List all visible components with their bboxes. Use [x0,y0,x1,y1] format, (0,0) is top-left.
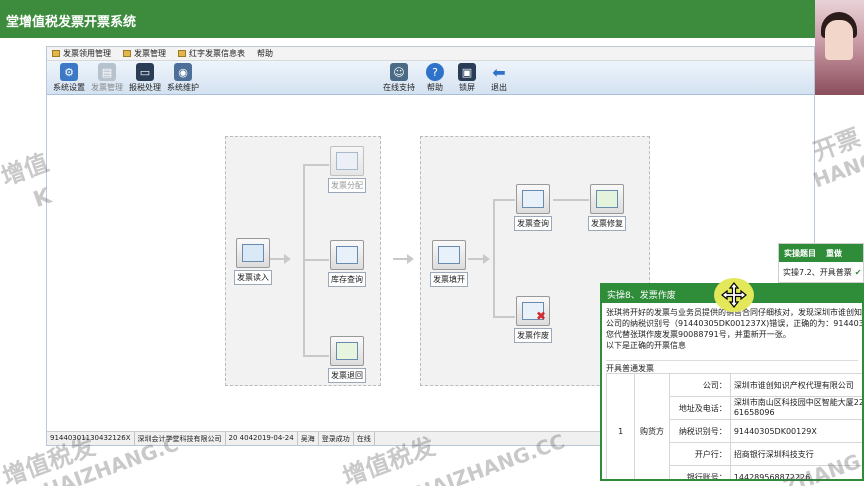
status-tax-id: 91440301130432126X [47,432,135,445]
flow-invoice-repair[interactable]: 发票修复 [588,184,626,231]
tool-online-support[interactable]: ☺ 在线支持 [381,63,417,93]
toolbar: ⚙ 系统设置 ▤ 发票管理 ▭ 报税处理 ◉ 系统维护 ☺ 在线支持 ? 帮助 … [47,61,814,95]
tool-exit[interactable]: ⬅ 退出 [481,63,517,93]
lock-screen-icon: ▣ [458,63,476,81]
invoice-info-table: 1 购货方 公司： 深圳市谁创知识产权代理有限公司 地址及电话： 深圳市南山区科… [605,373,862,479]
folder-icon [123,50,131,57]
buyer-label: 购货方 [634,373,670,479]
status-user: 吴海 [298,432,319,445]
task-title: 实操题目 [784,248,816,258]
repair-icon [590,184,624,214]
status-company: 深圳会计学堂科技有限公司 [135,432,226,445]
gear-icon: ⚙ [60,63,78,81]
menu-invoice-claim[interactable]: 发票领用管理 [52,48,111,59]
check-icon: ✔ [854,268,862,277]
return-invoice-icon [330,336,364,366]
task-card: 实操题目 重做 实操7.2、开具普票 ✔ [778,243,864,283]
menu-bar: 发票领用管理 发票管理 红字发票信息表 帮助 [47,47,814,61]
status-date: 20 4042019-04-24 [226,432,298,445]
table-row: 1 购货方 公司： 深圳市谁创知识产权代理有限公司 [605,373,862,479]
maintenance-icon: ◉ [174,63,192,81]
exercise-subtitle: 开具普通发票 [606,360,858,374]
webcam-overlay [815,0,864,95]
menu-red-invoice[interactable]: 红字发票信息表 [178,48,245,59]
tool-tax-report[interactable]: ▭ 报税处理 [127,63,163,93]
folder-icon [52,50,60,57]
usb-read-icon [236,238,270,268]
status-online: 在线 [354,432,375,445]
menu-invoice-manage[interactable]: 发票管理 [123,48,166,59]
exercise-line: 公司的纳税识别号（91440305DK001237X)错误，正确的为：91440… [606,319,864,328]
flow-invoice-return[interactable]: 发票退回 [328,336,366,383]
exercise-line: 您代替张琪作废发票90088791号，并重新开一张。 [606,330,791,339]
tool-system-maintenance[interactable]: ◉ 系统维护 [165,63,201,93]
back-arrow-icon: ⬅ [492,62,506,82]
tool-lock-screen[interactable]: ▣ 锁屏 [449,63,485,93]
status-login: 登录成功 [319,432,354,445]
exercise-dialog: 实操8、发票作废 张琪将开好的发票与业务员提供的销售合同仔细核对，发现深圳市谁创… [600,283,864,481]
window-title: 堂增值税发票开票系统 [6,15,137,30]
title-bar: 堂增值税发票开票系统 [0,0,815,38]
watermark-text: HANG [809,147,864,193]
exercise-line: 以下是正确的开票信息 [606,341,686,350]
tool-system-settings[interactable]: ⚙ 系统设置 [51,63,87,93]
flow-invoice-fill[interactable]: 发票填开 [430,240,468,287]
row-index: 1 [605,373,636,479]
menu-help[interactable]: 帮助 [257,48,273,59]
flow-inventory-query[interactable]: 库存查询 [328,240,366,287]
task-item[interactable]: 实操7.2、开具普票 ✔ [779,262,863,283]
support-person-icon: ☺ [390,63,408,81]
search-icon [516,184,550,214]
tool-help[interactable]: ? 帮助 [417,63,453,93]
red-x-icon: ✖ [535,309,546,323]
edit-invoice-icon [432,240,466,270]
flow-invoice-void[interactable]: ✖ 发票作废 [514,296,552,343]
invoice-icon: ▤ [98,63,116,81]
help-icon: ? [426,63,444,81]
folder-icon [178,50,186,57]
flow-invoice-query[interactable]: 发票查询 [514,184,552,231]
watermark-text: 增值 [0,148,53,192]
redo-button[interactable]: 重做 [826,248,842,259]
flow-invoice-read[interactable]: 发票读入 [234,238,272,285]
monitor-icon: ▭ [136,63,154,81]
invoice-stack-icon [330,146,364,176]
void-invoice-icon: ✖ [516,296,550,326]
search-icon [330,240,364,270]
tool-invoice-manage[interactable]: ▤ 发票管理 [89,63,125,93]
watermark-text: 开票 [809,123,864,167]
move-cursor-icon [714,278,754,312]
flow-invoice-distribute[interactable]: 发票分配 [328,146,366,193]
